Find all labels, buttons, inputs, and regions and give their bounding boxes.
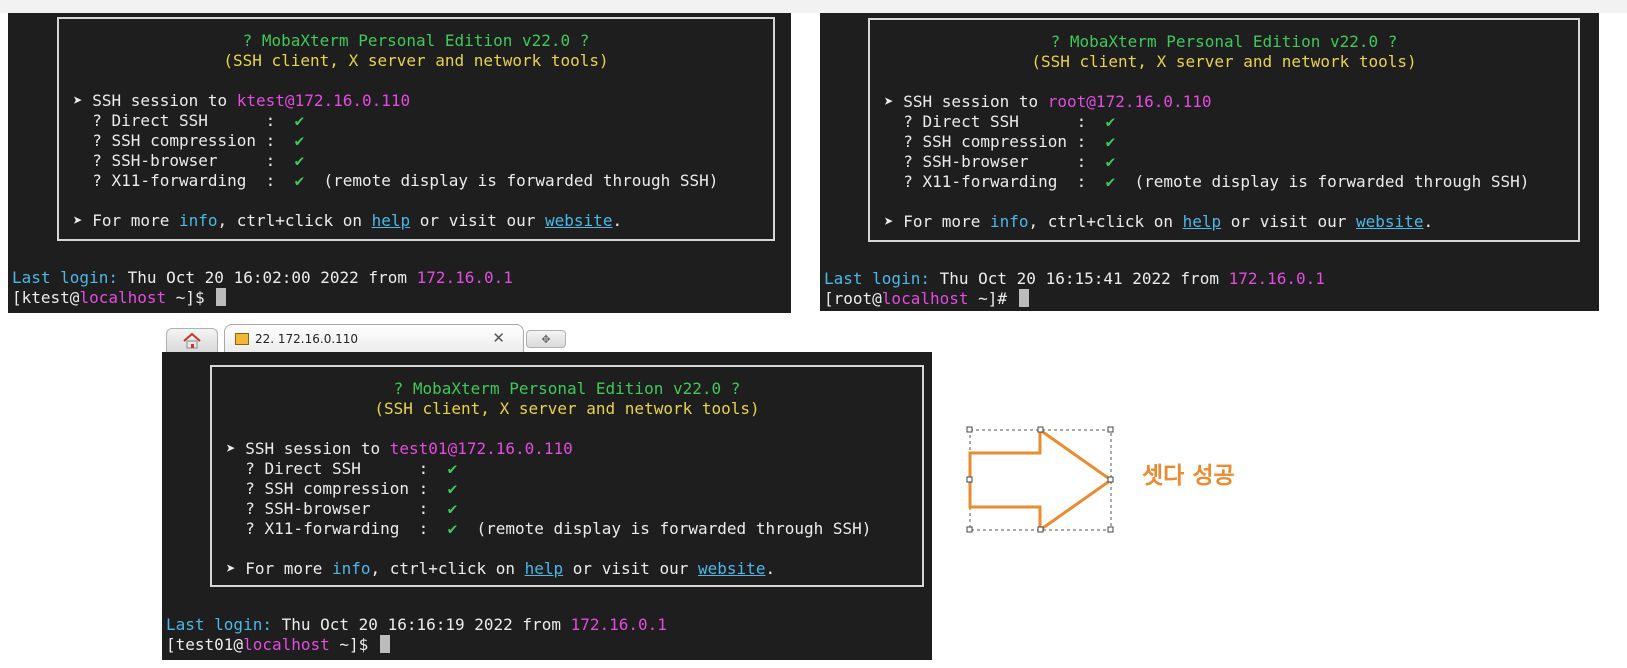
right-arrow-icon xyxy=(968,427,1114,533)
terminal-test01[interactable]: ? MobaXterm Personal Edition v22.0 ? (SS… xyxy=(162,352,932,660)
help-link[interactable]: help xyxy=(1183,212,1222,231)
session-target: ktest@172.16.0.110 xyxy=(236,91,411,110)
banner-title: ? MobaXterm Personal Edition v22.0 ? xyxy=(393,379,741,398)
feature-direct-ssh: ? Direct SSH : ✔ xyxy=(73,111,305,130)
more-info-line: ➤ For more info, ctrl+click on help or v… xyxy=(73,211,623,230)
last-login-line: Last login: Thu Oct 20 16:15:41 2022 fro… xyxy=(824,269,1325,288)
check-icon: ✔ xyxy=(294,171,305,190)
feature-direct-ssh: ? Direct SSH : ✔ xyxy=(226,459,458,478)
banner-subtitle: (SSH client, X server and network tools) xyxy=(1031,52,1417,71)
website-link[interactable]: website xyxy=(1356,212,1423,231)
check-icon: ✔ xyxy=(447,519,458,538)
check-icon: ✔ xyxy=(447,499,458,518)
info-link[interactable]: info xyxy=(332,559,371,578)
check-icon: ✔ xyxy=(294,111,305,130)
terminal-session-icon xyxy=(235,333,249,345)
banner-title: ? MobaXterm Personal Edition v22.0 ? xyxy=(242,31,590,50)
terminal-cursor xyxy=(216,288,227,306)
shell-prompt[interactable]: [test01@localhost ~]$ xyxy=(166,635,390,655)
feature-ssh-browser: ? SSH-browser : ✔ xyxy=(226,499,458,518)
terminal-cursor xyxy=(379,635,390,653)
shell-prompt[interactable]: [root@localhost ~]# xyxy=(824,289,1029,309)
feature-x11-forwarding: ? X11-forwarding : ✔ (remote display is … xyxy=(226,519,872,538)
feature-ssh-compression: ? SSH compression : ✔ xyxy=(73,131,305,150)
feature-x11-forwarding: ? X11-forwarding : ✔ (remote display is … xyxy=(73,171,719,190)
session-target: root@172.16.0.110 xyxy=(1047,92,1212,111)
session-target: test01@172.16.0.110 xyxy=(389,439,573,458)
more-info-line: ➤ For more info, ctrl+click on help or v… xyxy=(226,559,776,578)
feature-ssh-compression: ? SSH compression : ✔ xyxy=(226,479,458,498)
session-line: ➤ SSH session to test01@172.16.0.110 xyxy=(226,439,573,458)
website-link[interactable]: website xyxy=(545,211,612,230)
feature-direct-ssh: ? Direct SSH : ✔ xyxy=(884,112,1116,131)
last-login-line: Last login: Thu Oct 20 16:16:19 2022 fro… xyxy=(166,615,667,634)
top-strip xyxy=(0,0,1627,13)
feature-ssh-compression: ? SSH compression : ✔ xyxy=(884,132,1116,151)
welcome-banner: ? MobaXterm Personal Edition v22.0 ? (SS… xyxy=(57,17,775,241)
check-icon: ✔ xyxy=(447,479,458,498)
info-link[interactable]: info xyxy=(179,211,218,230)
check-icon: ✔ xyxy=(1105,132,1116,151)
tab-bar: 22. 172.16.0.110 ✕ ✥ xyxy=(162,322,932,352)
tab-title: 22. 172.16.0.110 xyxy=(255,332,359,346)
banner-subtitle: (SSH client, X server and network tools) xyxy=(223,51,609,70)
website-link[interactable]: website xyxy=(698,559,765,578)
close-icon[interactable]: ✕ xyxy=(492,329,505,347)
feature-ssh-browser: ? SSH-browser : ✔ xyxy=(884,152,1116,171)
check-icon: ✔ xyxy=(294,131,305,150)
check-icon: ✔ xyxy=(447,459,458,478)
check-icon: ✔ xyxy=(1105,152,1116,171)
banner-title: ? MobaXterm Personal Edition v22.0 ? xyxy=(1050,32,1398,51)
help-link[interactable]: help xyxy=(372,211,411,230)
feature-ssh-browser: ? SSH-browser : ✔ xyxy=(73,151,305,170)
welcome-banner: ? MobaXterm Personal Edition v22.0 ? (SS… xyxy=(210,365,924,587)
feature-x11-forwarding: ? X11-forwarding : ✔ (remote display is … xyxy=(884,172,1530,191)
check-icon: ✔ xyxy=(1105,172,1116,191)
new-tab-button[interactable]: ✥ xyxy=(526,330,566,348)
last-login-line: Last login: Thu Oct 20 16:02:00 2022 fro… xyxy=(12,268,513,287)
check-icon: ✔ xyxy=(1105,112,1116,131)
terminal-cursor xyxy=(1018,289,1029,307)
shell-prompt[interactable]: [ktest@localhost ~]$ xyxy=(12,288,227,308)
annotation-label: 셋다 성공 xyxy=(1142,463,1235,489)
tab-home[interactable] xyxy=(166,328,218,352)
home-icon xyxy=(183,332,201,348)
session-line: ➤ SSH session to ktest@172.16.0.110 xyxy=(73,91,411,110)
check-icon: ✔ xyxy=(294,151,305,170)
help-link[interactable]: help xyxy=(525,559,564,578)
terminal-ktest[interactable]: ? MobaXterm Personal Edition v22.0 ? (SS… xyxy=(8,13,791,313)
plus-icon: ✥ xyxy=(541,332,551,346)
banner-subtitle: (SSH client, X server and network tools) xyxy=(374,399,760,418)
tab-session-22[interactable]: 22. 172.16.0.110 ✕ xyxy=(224,324,524,352)
welcome-banner: ? MobaXterm Personal Edition v22.0 ? (SS… xyxy=(868,18,1580,242)
terminal-root[interactable]: ? MobaXterm Personal Edition v22.0 ? (SS… xyxy=(820,13,1599,311)
arrow-annotation[interactable] xyxy=(965,425,1115,535)
info-link[interactable]: info xyxy=(990,212,1029,231)
session-line: ➤ SSH session to root@172.16.0.110 xyxy=(884,92,1212,111)
more-info-line: ➤ For more info, ctrl+click on help or v… xyxy=(884,212,1434,231)
